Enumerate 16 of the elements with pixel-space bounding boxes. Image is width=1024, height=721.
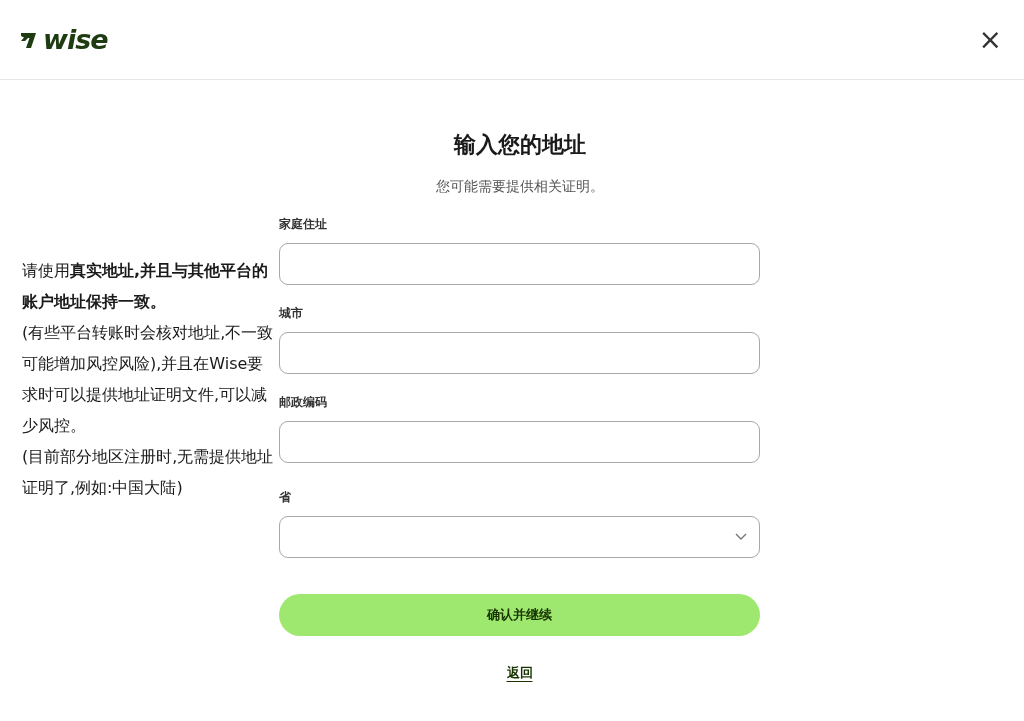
back-link[interactable]: 返回 — [506, 665, 533, 680]
select-field[interactable] — [279, 516, 760, 558]
field-label: 家庭住址 — [279, 217, 328, 231]
logo-text: wise — [43, 26, 108, 53]
close-button[interactable]: × — [974, 25, 1006, 54]
page-title: 输入您的地址 — [452, 131, 587, 159]
chevron-down-icon — [735, 533, 747, 541]
confirm-button[interactable]: 确认并继续 — [279, 594, 760, 636]
field-label: 邮政编码 — [279, 395, 328, 409]
input-field[interactable] — [279, 332, 760, 374]
field-label: 省 — [279, 490, 292, 504]
input-field[interactable] — [279, 243, 760, 285]
page-subtitle: 您可能需要提供相关证明。 — [434, 178, 605, 196]
field-label: 城市 — [279, 306, 304, 320]
address-note: 请使用真实地址,并且与其他平台的账户地址保持一致。 (有些平台转账时会核对地址,不一致可能增加风控风险),并且在Wise要求时可以提供地址证明文件,可以减少风控。 (目前部分地区注册时,无需提供地址证明了,例如:中国大陆) — [21, 260, 275, 499]
input-field[interactable] — [279, 421, 760, 463]
